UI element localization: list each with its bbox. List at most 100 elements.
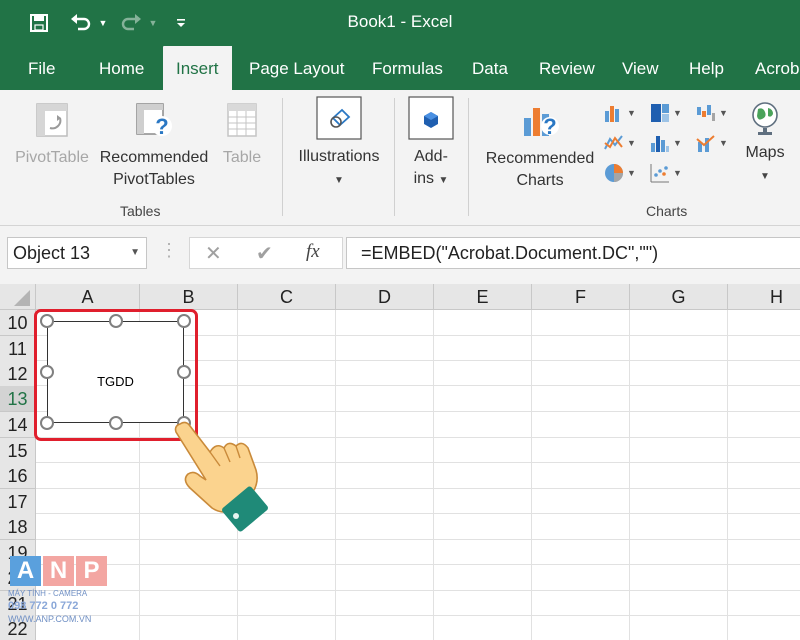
formula-input[interactable]: =EMBED("Acrobat.Document.DC","") bbox=[346, 237, 800, 269]
gridline bbox=[36, 488, 800, 489]
watermark-phone: 098 772 0 772 bbox=[8, 600, 79, 612]
insert-function-icon[interactable]: fx bbox=[306, 241, 320, 263]
resize-handle[interactable] bbox=[177, 365, 191, 379]
gridline bbox=[531, 310, 532, 640]
row-header[interactable]: 10 bbox=[0, 310, 36, 336]
ribbon-separator bbox=[468, 98, 469, 216]
scatter-chart-button[interactable]: ▼ bbox=[650, 160, 690, 186]
row-header[interactable]: 17 bbox=[0, 489, 36, 515]
recommended-pivottables-button[interactable]: ? Recommended PivotTables bbox=[98, 102, 210, 191]
maps-dropdown-icon: ▼ bbox=[760, 171, 770, 182]
anp-watermark-logo: A N P MÁY TÍNH - CAMERA 098 772 0 772 WW… bbox=[8, 556, 110, 628]
pivottable-button[interactable]: PivotTable bbox=[12, 102, 92, 169]
gridline bbox=[36, 615, 800, 616]
column-header[interactable]: F bbox=[532, 284, 630, 310]
combo-chart-button[interactable]: ▼ bbox=[696, 130, 736, 156]
column-header[interactable]: A bbox=[36, 284, 140, 310]
resize-handle[interactable] bbox=[109, 416, 123, 430]
column-header[interactable]: E bbox=[434, 284, 532, 310]
row-header-selected[interactable]: 13 bbox=[0, 386, 36, 412]
tab-insert[interactable]: Insert bbox=[163, 46, 232, 90]
waterfall-chart-button[interactable]: ▼ bbox=[696, 100, 736, 126]
cancel-icon[interactable]: ✕ bbox=[205, 241, 222, 266]
column-chart-icon bbox=[605, 106, 619, 122]
tab-formulas[interactable]: Formulas bbox=[372, 46, 443, 90]
svg-text:?: ? bbox=[155, 114, 168, 139]
embedded-object-label: TGDD bbox=[97, 374, 134, 389]
resize-handle[interactable] bbox=[177, 314, 191, 328]
tab-file[interactable]: File bbox=[28, 46, 55, 90]
tab-view[interactable]: View bbox=[622, 46, 659, 90]
column-header[interactable]: G bbox=[630, 284, 728, 310]
tab-help[interactable]: Help bbox=[689, 46, 724, 90]
gridline bbox=[629, 310, 630, 640]
name-box[interactable]: Object 13 ▼ bbox=[7, 237, 147, 269]
column-header[interactable]: D bbox=[336, 284, 434, 310]
statistic-chart-icon bbox=[651, 136, 669, 152]
waterfall-chart-icon bbox=[697, 105, 715, 121]
tab-page-layout[interactable]: Page Layout bbox=[249, 46, 344, 90]
formula-bar: Object 13 ▼ ⋮ ✕ ✔ fx =EMBED("Acrobat.Doc… bbox=[0, 226, 800, 284]
enter-icon[interactable]: ✔ bbox=[256, 241, 273, 266]
table-icon bbox=[227, 103, 257, 137]
hierarchy-chart-button[interactable]: ▼ bbox=[650, 100, 690, 126]
statistic-chart-button[interactable]: ▼ bbox=[650, 130, 690, 156]
select-all-corner[interactable] bbox=[0, 284, 36, 310]
embedded-acrobat-object[interactable]: TGDD bbox=[47, 321, 184, 423]
hierarchy-chart-icon bbox=[651, 104, 669, 122]
pointing-hand-icon bbox=[174, 421, 268, 532]
watermark-letter: A bbox=[10, 556, 41, 586]
svg-text:?: ? bbox=[543, 114, 556, 139]
column-header[interactable]: H bbox=[728, 284, 800, 310]
row-header[interactable]: 14 bbox=[0, 412, 36, 438]
gridline bbox=[36, 590, 800, 591]
tab-review[interactable]: Review bbox=[539, 46, 595, 90]
maps-button[interactable]: Maps ▼ bbox=[738, 100, 792, 188]
addins-button[interactable]: Add- ins ▼ bbox=[402, 96, 460, 192]
row-header[interactable]: 15 bbox=[0, 438, 36, 464]
illustrations-button[interactable]: Illustrations ▼ bbox=[292, 96, 386, 192]
table-button[interactable]: Table bbox=[218, 102, 266, 169]
pie-chart-button[interactable]: ▼ bbox=[604, 160, 644, 186]
ribbon-separator bbox=[394, 98, 395, 216]
formula-bar-grip-icon: ⋮ bbox=[160, 240, 178, 260]
gridline bbox=[335, 310, 336, 640]
line-chart-button[interactable]: ▼ bbox=[604, 130, 644, 156]
pie-chart-icon bbox=[605, 164, 623, 182]
illustrations-dropdown-icon: ▼ bbox=[334, 175, 344, 186]
watermark-letter: N bbox=[43, 556, 74, 586]
gridline bbox=[36, 462, 800, 463]
window-title: Book1 - Excel bbox=[347, 12, 453, 31]
pivottable-icon bbox=[36, 103, 68, 137]
addins-dropdown-icon: ▼ bbox=[438, 175, 449, 186]
tab-acrobat[interactable]: Acrob bbox=[755, 46, 799, 90]
tab-data[interactable]: Data bbox=[472, 46, 508, 90]
resize-handle[interactable] bbox=[40, 365, 54, 379]
watermark-tagline: MÁY TÍNH - CAMERA bbox=[8, 589, 88, 598]
recommended-charts-icon: ? bbox=[524, 108, 559, 139]
ribbon: PivotTable ? Recommended PivotTables Tab… bbox=[0, 90, 800, 226]
resize-handle[interactable] bbox=[109, 314, 123, 328]
resize-handle[interactable] bbox=[40, 314, 54, 328]
combo-chart-icon bbox=[696, 135, 715, 152]
gridline bbox=[36, 513, 800, 514]
tab-home[interactable]: Home bbox=[99, 46, 144, 90]
row-header[interactable]: 12 bbox=[0, 361, 36, 387]
gridline bbox=[36, 564, 800, 565]
name-box-dropdown-icon[interactable]: ▼ bbox=[130, 238, 140, 268]
tables-group-label: Tables bbox=[120, 203, 161, 219]
recommended-charts-button[interactable]: ? Recommended Charts bbox=[480, 100, 600, 192]
column-header[interactable]: C bbox=[238, 284, 336, 310]
addins-icon bbox=[408, 96, 454, 140]
illustrations-icon bbox=[316, 96, 362, 140]
watermark-letter: P bbox=[76, 556, 107, 586]
row-header[interactable]: 11 bbox=[0, 336, 36, 362]
row-header[interactable]: 16 bbox=[0, 463, 36, 489]
resize-handle[interactable] bbox=[40, 416, 54, 430]
row-header[interactable]: 18 bbox=[0, 514, 36, 540]
column-chart-button[interactable]: ▼ bbox=[604, 100, 644, 126]
watermark-website: WWW.ANP.COM.VN bbox=[8, 614, 92, 624]
charts-group-label: Charts bbox=[646, 203, 688, 219]
gridline bbox=[433, 310, 434, 640]
column-header[interactable]: B bbox=[140, 284, 238, 310]
